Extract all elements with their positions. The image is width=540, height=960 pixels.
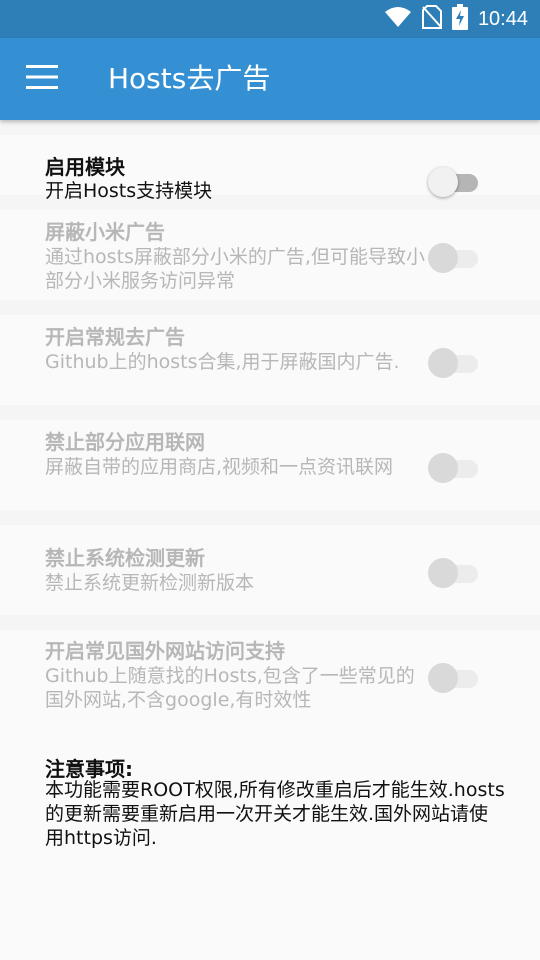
notes-section: 注意事项: 本功能需要ROOT权限,所有修改重启后才能生效.hosts的更新需要… <box>0 720 540 960</box>
notes-body: 本功能需要ROOT权限,所有修改重启后才能生效.hosts的更新需要重新启用一次… <box>45 779 505 849</box>
app-bar: Hosts去广告 <box>0 38 540 120</box>
setting-title: 启用模块 <box>45 155 125 179</box>
setting-description: 通过hosts屏蔽部分小米的广告,但可能导致小部分小米服务访问异常 <box>45 246 425 292</box>
switch-thumb <box>428 243 458 273</box>
battery-charging-icon <box>451 4 468 34</box>
setting-general-ad-block[interactable]: 开启常规去广告 Github上的hosts合集,用于屏蔽国内广告. <box>0 315 540 405</box>
menu-button[interactable] <box>14 54 70 104</box>
switch-thumb <box>428 453 458 483</box>
wifi-icon <box>384 6 412 32</box>
general-ad-block-switch[interactable] <box>428 345 480 379</box>
setting-title: 开启常见国外网站访问支持 <box>45 639 285 663</box>
status-time: 10:44 <box>477 7 528 30</box>
setting-block-app-network[interactable]: 禁止部分应用联网 屏蔽自带的应用商店,视频和一点资讯联网 <box>0 420 540 510</box>
setting-title: 禁止部分应用联网 <box>45 430 205 454</box>
setting-description: Github上的hosts合集,用于屏蔽国内广告. <box>45 351 400 373</box>
setting-block-xiaomi-ads[interactable]: 屏蔽小米广告 通过hosts屏蔽部分小米的广告,但可能导致小部分小米服务访问异常 <box>0 210 540 300</box>
setting-description: Github上随意找的Hosts,包含了一些常见的国外网站,不含google,有… <box>45 665 415 711</box>
setting-description: 禁止系统更新检测新版本 <box>45 572 255 594</box>
setting-enable-module[interactable]: 启用模块 开启Hosts支持模块 <box>0 135 540 202</box>
setting-title: 屏蔽小米广告 <box>45 220 165 244</box>
setting-foreign-sites[interactable]: 开启常见国外网站访问支持 Github上随意找的Hosts,包含了一些常见的国外… <box>0 630 540 720</box>
status-icons: 10:44 <box>384 0 528 38</box>
app-title: Hosts去广告 <box>108 62 271 95</box>
switch-thumb <box>428 167 458 197</box>
setting-title: 开启常规去广告 <box>45 325 185 349</box>
setting-description: 屏蔽自带的应用商店,视频和一点资讯联网 <box>45 456 394 478</box>
enable-module-switch[interactable] <box>428 164 480 198</box>
setting-title: 禁止系统检测更新 <box>45 546 205 570</box>
status-bar: 10:44 <box>0 0 540 38</box>
block-system-update-switch[interactable] <box>428 555 480 589</box>
switch-thumb <box>428 348 458 378</box>
switch-thumb <box>428 663 458 693</box>
setting-description: 开启Hosts支持模块 <box>45 180 213 202</box>
block-app-network-switch[interactable] <box>428 450 480 484</box>
block-xiaomi-ads-switch[interactable] <box>428 240 480 274</box>
no-sim-icon <box>421 5 442 33</box>
switch-thumb <box>428 558 458 588</box>
hamburger-menu-icon <box>26 65 58 93</box>
setting-block-system-update[interactable]: 禁止系统检测更新 禁止系统更新检测新版本 <box>0 525 540 615</box>
foreign-sites-switch[interactable] <box>428 660 480 694</box>
